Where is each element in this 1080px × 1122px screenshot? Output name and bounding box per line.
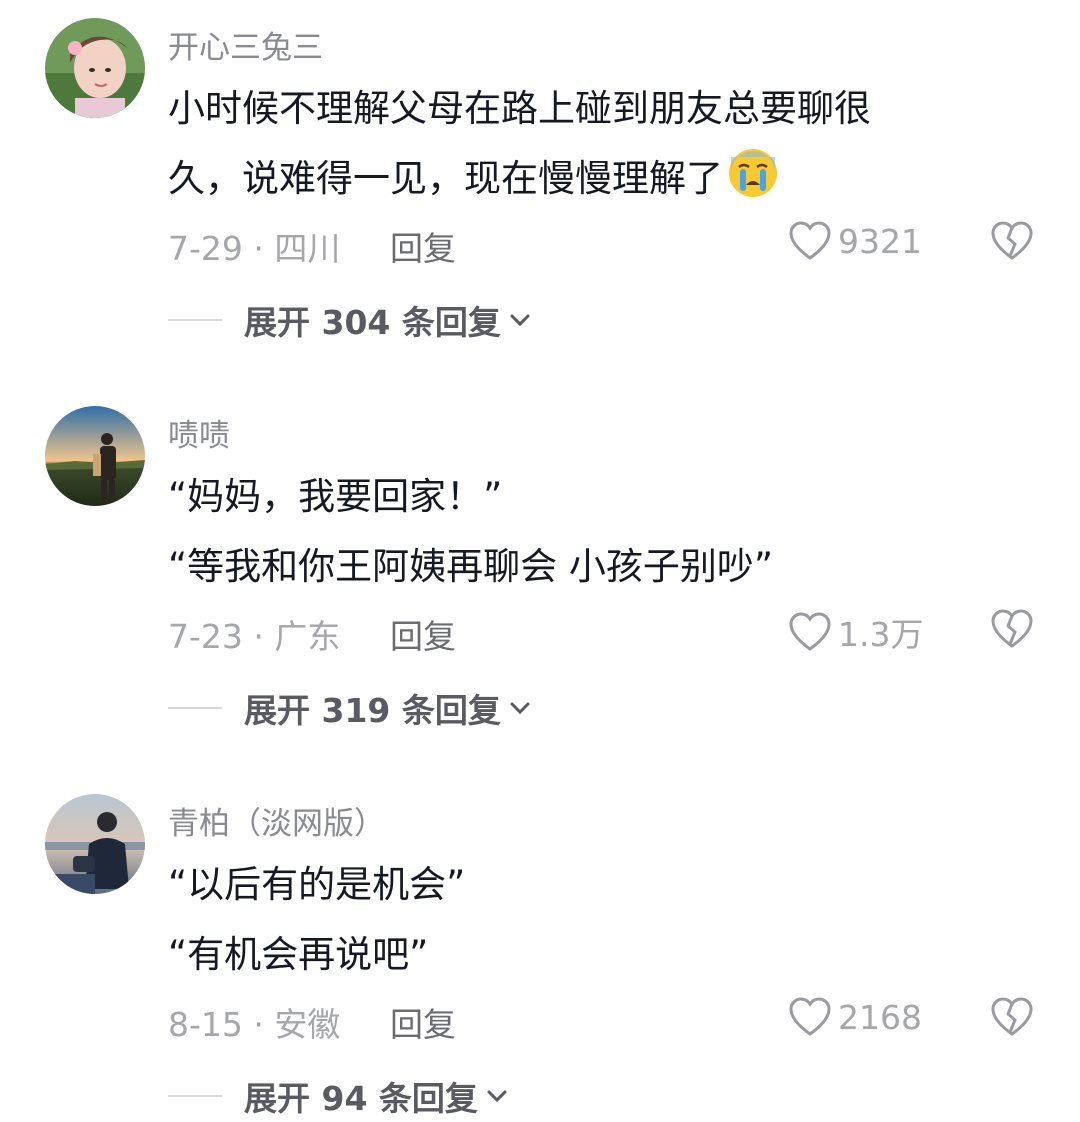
expand-replies-button[interactable]: 展开 319 条回复 — [168, 684, 531, 732]
chevron-down-icon — [487, 1090, 507, 1103]
comment-line: 久，说难得一见，现在慢慢理解了 — [168, 157, 723, 200]
comment-line: “妈妈，我要回家！” — [168, 475, 503, 518]
expand-replies-label: 展开 94 条回复 — [244, 1079, 478, 1118]
crying-face-icon — [729, 149, 777, 197]
avatar[interactable] — [45, 794, 145, 894]
heart-icon — [789, 997, 831, 1036]
comment-text: 小时候不理解父母在路上碰到朋友总要聊很 久，说难得一见，现在慢慢理解了 — [168, 74, 1028, 214]
expand-replies-label: 展开 319 条回复 — [244, 691, 501, 730]
like-button[interactable]: 9321 — [788, 220, 922, 262]
like-button[interactable]: 2168 — [788, 996, 922, 1038]
expand-replies-label: 展开 304 条回复 — [244, 303, 501, 342]
avatar[interactable] — [45, 18, 145, 118]
like-count: 9321 — [838, 221, 922, 261]
divider — [168, 319, 222, 321]
reply-button[interactable]: 回复 — [390, 998, 456, 1046]
chevron-down-icon — [510, 314, 530, 327]
dislike-button[interactable] — [990, 220, 1034, 262]
date-location: 8-15 · 安徽 — [168, 1005, 341, 1044]
expand-replies-button[interactable]: 展开 304 条回复 — [168, 296, 531, 344]
avatar[interactable] — [45, 406, 145, 506]
like-button[interactable]: 1.3万 — [788, 608, 923, 656]
comment-text: “以后有的是机会” “有机会再说吧” — [168, 850, 1028, 990]
expand-replies-button[interactable]: 展开 94 条回复 — [168, 1072, 508, 1120]
heart-icon — [789, 221, 831, 260]
dislike-button[interactable] — [990, 608, 1034, 650]
broken-heart-icon — [991, 221, 1033, 260]
username[interactable]: 青柏（淡网版） — [168, 798, 385, 843]
comment-line: 小时候不理解父母在路上碰到朋友总要聊很 — [168, 87, 871, 130]
broken-heart-icon — [991, 997, 1033, 1036]
chevron-down-icon — [510, 702, 530, 715]
comment-line-wrap: 久，说难得一见，现在慢慢理解了 — [168, 144, 1028, 214]
username[interactable]: 啧啧 — [168, 410, 230, 455]
heart-icon — [789, 612, 831, 651]
divider — [168, 707, 222, 709]
like-count: 1.3万 — [838, 615, 924, 654]
reply-button[interactable]: 回复 — [390, 222, 456, 270]
broken-heart-icon — [991, 609, 1033, 648]
comment-text: “妈妈，我要回家！” “等我和你王阿姨再聊会 小孩子别吵” — [168, 462, 1028, 602]
dislike-button[interactable] — [990, 996, 1034, 1038]
like-count: 2168 — [838, 997, 922, 1037]
divider — [168, 1095, 222, 1097]
date-location: 7-23 · 广东 — [168, 617, 341, 656]
username[interactable]: 开心三兔三 — [168, 22, 323, 67]
comment-line: “等我和你王阿姨再聊会 小孩子别吵” — [168, 545, 774, 588]
comment-line: “有机会再说吧” — [168, 933, 429, 976]
reply-button[interactable]: 回复 — [390, 610, 456, 658]
comment-line: “以后有的是机会” — [168, 863, 466, 906]
date-location: 7-29 · 四川 — [168, 229, 341, 268]
